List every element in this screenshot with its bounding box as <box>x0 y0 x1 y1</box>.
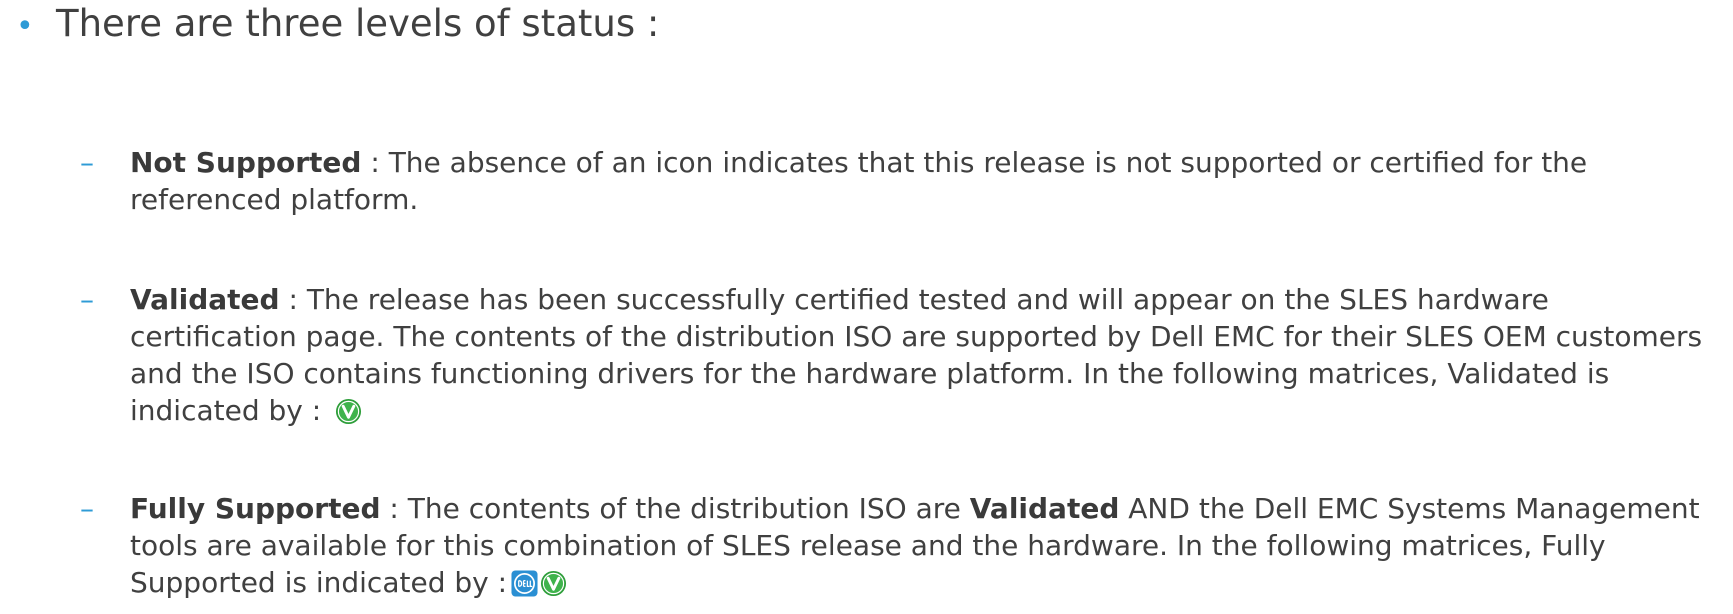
item-text: Validated : The release has been success… <box>130 281 1720 429</box>
item-term: Fully Supported <box>130 492 381 525</box>
item-term: Not Supported <box>130 146 362 179</box>
item-dash: – <box>80 492 94 525</box>
item-text: Not Supported : The absence of an icon i… <box>130 144 1720 218</box>
heading: • There are three levels of status : <box>16 0 659 51</box>
heading-text: There are three levels of status : <box>56 2 660 45</box>
item-description: : The release has been successfully cert… <box>130 283 1703 427</box>
validated-icon <box>336 398 362 425</box>
slide: • There are three levels of status : – N… <box>0 0 1733 614</box>
item-description-pre: : The contents of the distribution ISO a… <box>380 492 970 525</box>
item-dash: – <box>80 283 94 316</box>
item-text: Fully Supported : The contents of the di… <box>130 490 1720 601</box>
item-emphasis: Validated <box>969 492 1120 525</box>
heading-bullet: • <box>16 9 34 44</box>
status-item-validated: – Validated : The release has been succe… <box>80 281 1720 429</box>
validated-icon <box>541 570 567 597</box>
item-dash: – <box>80 146 94 179</box>
status-item-not-supported: – Not Supported : The absence of an icon… <box>80 144 1720 218</box>
item-term: Validated <box>130 283 280 316</box>
dell-logo-icon <box>511 570 538 597</box>
status-item-fully-supported: – Fully Supported : The contents of the … <box>80 490 1720 601</box>
